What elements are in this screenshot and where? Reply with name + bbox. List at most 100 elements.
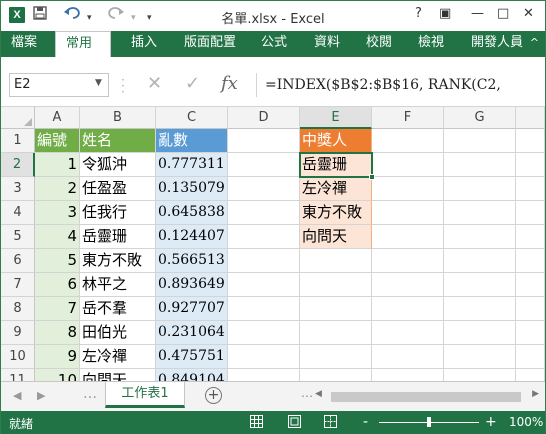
zoom-out-button[interactable]: - (363, 414, 368, 430)
cell-e8[interactable] (300, 297, 372, 321)
cell-f9[interactable] (372, 321, 444, 345)
cell-f5[interactable] (372, 225, 444, 249)
cell-b4[interactable]: 任我行 (80, 201, 156, 225)
resize-handle-icon[interactable]: · · · (121, 74, 125, 98)
tab-file[interactable]: 檔案 (1, 31, 53, 57)
cell-a4[interactable]: 3 (35, 201, 80, 225)
cell-b5[interactable]: 岳靈珊 (80, 225, 156, 249)
sheet-tab-1[interactable]: 工作表1 (105, 382, 185, 408)
worksheet-grid[interactable]: A B C D E F G 1 編號 姓名 亂數 中獎人 2 1 令狐沖 0.777311 岳靈珊… (1, 107, 545, 393)
cell-c1[interactable]: 亂數 (156, 129, 228, 153)
cell-e5[interactable]: 向問天 (300, 225, 372, 249)
cell-g6[interactable] (444, 249, 516, 273)
cell-c6[interactable]: 0.566513 (156, 249, 228, 273)
cell-b1[interactable]: 姓名 (80, 129, 156, 153)
row-header-6[interactable]: 6 (1, 249, 35, 273)
cell-e10[interactable] (300, 345, 372, 369)
column-header-h[interactable] (516, 107, 545, 129)
cell-d3[interactable] (228, 177, 300, 201)
cell-f2[interactable] (372, 153, 444, 177)
cell-h1[interactable] (516, 129, 545, 153)
column-header-d[interactable]: D (228, 107, 300, 129)
cell-h5[interactable] (516, 225, 545, 249)
cell-g9[interactable] (444, 321, 516, 345)
cell-h6[interactable] (516, 249, 545, 273)
row-header-7[interactable]: 7 (1, 273, 35, 297)
cell-d5[interactable] (228, 225, 300, 249)
row-header-5[interactable]: 5 (1, 225, 35, 249)
cell-f8[interactable] (372, 297, 444, 321)
cell-d4[interactable] (228, 201, 300, 225)
column-header-e[interactable]: E (300, 107, 372, 129)
enter-icon[interactable]: ✓ (185, 73, 200, 94)
normal-view-icon[interactable] (249, 415, 263, 429)
cell-e3[interactable]: 左冷禪 (300, 177, 372, 201)
cell-c5[interactable]: 0.124407 (156, 225, 228, 249)
minimize-button[interactable]: — (471, 5, 484, 23)
row-header-4[interactable]: 4 (1, 201, 35, 225)
tab-home[interactable]: 常用 (55, 31, 111, 57)
cell-h3[interactable] (516, 177, 545, 201)
cell-f10[interactable] (372, 345, 444, 369)
row-header-3[interactable]: 3 (1, 177, 35, 201)
maximize-button[interactable]: □ (497, 5, 509, 23)
cell-e7[interactable] (300, 273, 372, 297)
cell-f3[interactable] (372, 177, 444, 201)
tab-view[interactable]: 檢視 (408, 31, 454, 57)
cell-a6[interactable]: 5 (35, 249, 80, 273)
help-button[interactable]: ? (415, 5, 422, 23)
scroll-right-icon[interactable]: ▶ (532, 389, 539, 399)
cell-a5[interactable]: 4 (35, 225, 80, 249)
cell-e6[interactable] (300, 249, 372, 273)
cell-b7[interactable]: 林平之 (80, 273, 156, 297)
cancel-icon[interactable]: ✕ (147, 73, 162, 94)
sheet-ellipsis[interactable]: … (83, 386, 97, 402)
cell-a2[interactable]: 1 (35, 153, 80, 177)
cell-h7[interactable] (516, 273, 545, 297)
cell-g1[interactable] (444, 129, 516, 153)
row-header-2[interactable]: 2 (1, 153, 35, 177)
cell-b3[interactable]: 任盈盈 (80, 177, 156, 201)
cell-a3[interactable]: 2 (35, 177, 80, 201)
cell-e4[interactable]: 東方不敗 (300, 201, 372, 225)
cell-e2[interactable]: 岳靈珊 (300, 153, 372, 177)
cell-b2[interactable]: 令狐沖 (80, 153, 156, 177)
cell-b9[interactable]: 田伯光 (80, 321, 156, 345)
tab-page-layout[interactable]: 版面配置 (174, 31, 246, 57)
ribbon-display-options-button[interactable]: ▣ (439, 5, 451, 23)
cell-h9[interactable] (516, 321, 545, 345)
column-header-f[interactable]: F (372, 107, 444, 129)
tab-insert[interactable]: 插入 (121, 31, 167, 57)
cell-g3[interactable] (444, 177, 516, 201)
previous-sheet-icon[interactable]: ◀ (13, 389, 21, 402)
chevron-down-icon[interactable]: ▼ (95, 78, 102, 88)
cell-g10[interactable] (444, 345, 516, 369)
cell-c7[interactable]: 0.893649 (156, 273, 228, 297)
column-header-c[interactable]: C (156, 107, 228, 129)
zoom-slider-thumb[interactable] (427, 417, 431, 427)
column-header-g[interactable]: G (444, 107, 516, 129)
row-header-8[interactable]: 8 (1, 297, 35, 321)
name-box[interactable]: E2 (9, 73, 109, 97)
tab-developer[interactable]: 開發人員 (461, 31, 533, 57)
tab-review[interactable]: 校閱 (356, 31, 402, 57)
row-header-9[interactable]: 9 (1, 321, 35, 345)
cell-c8[interactable]: 0.927707 (156, 297, 228, 321)
cell-h2[interactable] (516, 153, 545, 177)
fill-handle[interactable] (369, 174, 375, 180)
cell-f6[interactable] (372, 249, 444, 273)
cell-a8[interactable]: 7 (35, 297, 80, 321)
insert-function-icon[interactable]: fx (221, 73, 238, 94)
scroll-left-icon[interactable]: ◀ (315, 389, 322, 399)
row-header-10[interactable]: 10 (1, 345, 35, 369)
expand-ribbon-icon[interactable]: ^ (530, 36, 539, 49)
row-header-1[interactable]: 1 (1, 129, 35, 153)
cell-c2[interactable]: 0.777311 (156, 153, 228, 177)
tab-formulas[interactable]: 公式 (251, 31, 297, 57)
column-header-a[interactable]: A (35, 107, 80, 129)
cell-f7[interactable] (372, 273, 444, 297)
cell-d7[interactable] (228, 273, 300, 297)
horizontal-scrollbar[interactable]: … ◀ ▶ (301, 386, 545, 402)
cell-c4[interactable]: 0.645838 (156, 201, 228, 225)
cell-g4[interactable] (444, 201, 516, 225)
